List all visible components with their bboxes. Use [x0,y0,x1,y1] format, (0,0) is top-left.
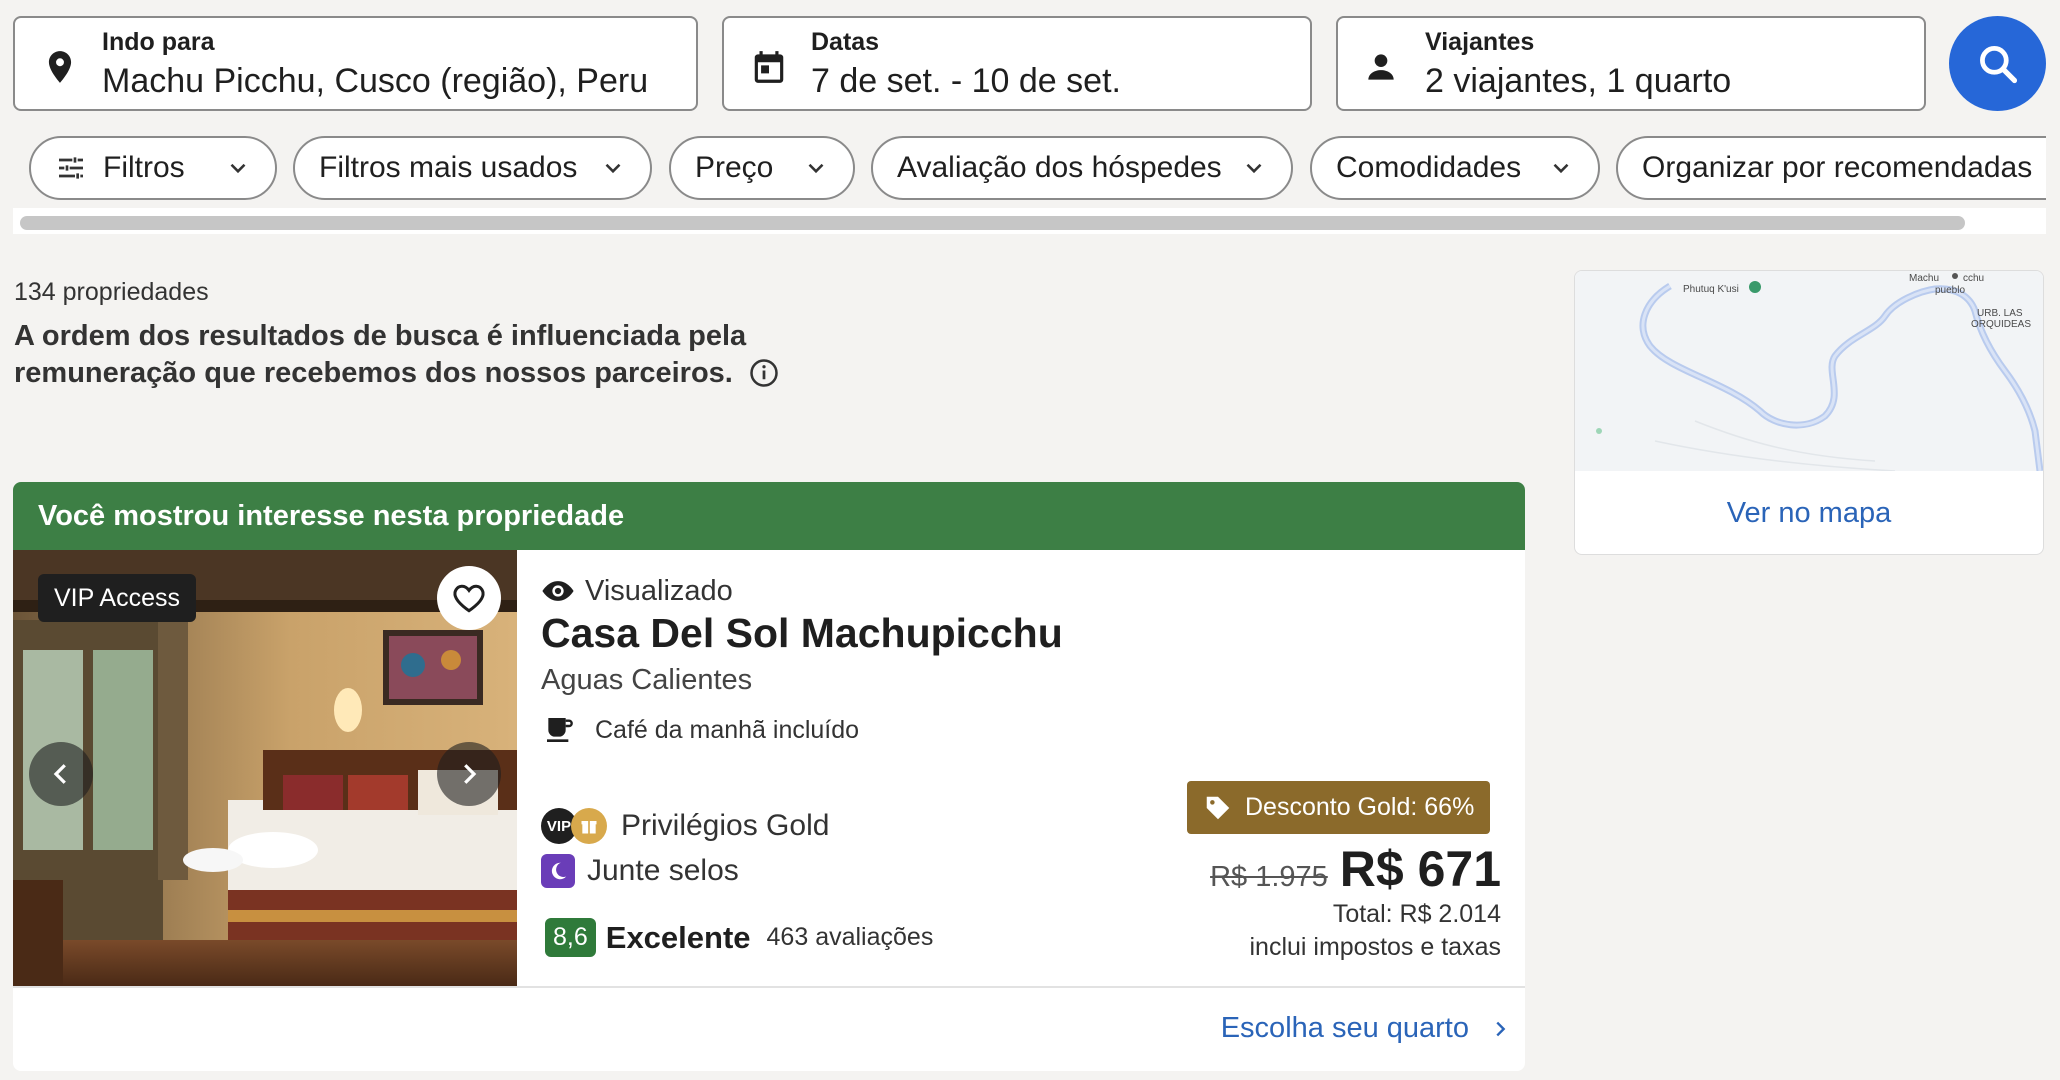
ranking-disclaimer: A ordem dos resultados de busca é influe… [14,318,934,392]
filters-button[interactable]: Filtros [29,136,277,200]
coffee-cup-icon [547,718,573,742]
property-name[interactable]: Casa Del Sol Machupicchu [541,610,1063,657]
map-label-cchu: cchu [1963,273,1984,284]
breakfast-label: Café da manhã incluído [595,715,860,744]
map-image: Phutuq K'usi Machu cchu pueblo URB. LAS … [1575,271,2043,471]
gold-privileges: VIP Privilégios Gold [541,808,829,844]
choose-room-link[interactable]: Escolha seu quarto [1221,1012,1511,1045]
collect-stamps: Junte selos [541,854,739,888]
map-label-machu: Machu [1909,273,1939,284]
results-count: 134 propriedades [14,278,209,306]
chevron-down-icon [808,163,824,174]
choose-room-label: Escolha seu quarto [1220,1012,1469,1044]
travelers-value: 2 viajantes, 1 quarto [1425,62,1732,100]
map-preview[interactable]: Phutuq K'usi Machu cchu pueblo URB. LAS … [1574,270,2044,555]
vip-access-badge: VIP Access [38,574,196,622]
filters-bar: Filtros Filtros mais usados Preço Avalia… [0,120,2046,230]
chevron-down-icon [1246,163,1262,174]
chevron-down-icon [605,163,621,174]
disclaimer-text: A ordem dos resultados de busca é influe… [14,320,747,389]
heart-icon [453,584,485,613]
amenities-filter-button[interactable]: Comodidades [1310,136,1600,200]
travelers-field[interactable]: Viajantes 2 viajantes, 1 quarto [1336,16,1926,111]
destination-value: Machu Picchu, Cusco (região), Peru [102,62,649,100]
popular-filters-button[interactable]: Filtros mais usados [293,136,652,200]
guest-rating: 8,6 Excelente 463 avaliações [545,918,933,957]
interest-banner: Você mostrou interesse nesta propriedade [13,482,1525,550]
chevron-right-icon [464,764,477,784]
destination-label: Indo para [102,28,215,56]
eye-icon [542,581,574,601]
current-price: R$ 671 [1339,841,1501,897]
guest-rating-filter-button[interactable]: Avaliação dos hóspedes [871,136,1293,200]
chevron-left-icon [53,764,66,784]
map-label-phutuq: Phutuq K'usi [1683,284,1739,295]
viewed-indicator: Visualizado [541,574,733,608]
travelers-label: Viajantes [1425,28,1535,56]
gold-discount-badge: Desconto Gold: 66% [1187,781,1491,834]
gold-label: Privilégios Gold [621,809,830,842]
chevron-down-icon [230,163,246,174]
dates-value: 7 de set. - 10 de set. [811,62,1121,100]
discount-label: Desconto Gold: 66% [1245,793,1475,821]
property-photo[interactable]: VIP Access [13,550,517,986]
search-icon [1979,45,2017,83]
calendar-icon [754,51,784,83]
price-total: Total: R$ 2.014 inclui impostos e taxas [1249,898,1501,964]
moon-icon [541,854,575,888]
stamps-label: Junte selos [587,854,739,887]
breakfast-amenity: Café da manhã incluído [543,714,859,746]
info-icon[interactable] [749,358,779,388]
search-button[interactable] [1949,16,2046,111]
sort-button[interactable]: Organizar por recomendadas [1616,136,2046,200]
destination-field[interactable]: Indo para Machu Picchu, Cusco (região), … [13,16,698,111]
property-location: Aguas Calientes [541,664,753,696]
rating-word: Excelente [605,919,751,955]
next-photo-button[interactable] [437,742,501,806]
review-count: 463 avaliações [766,923,934,951]
price-block: R$ 1.975 R$ 671 [1210,840,1501,898]
divider [13,986,517,988]
gift-icon [571,808,607,844]
guest-rating-filter-label: Avaliação dos hóspedes [897,151,1222,184]
tag-icon [1206,796,1230,819]
rating-score: 8,6 [545,918,596,957]
chevron-right-icon [1496,1021,1506,1036]
property-card[interactable]: Você mostrou interesse nesta propriedade [13,482,1525,1071]
divider [517,986,1525,988]
dates-field[interactable]: Datas 7 de set. - 10 de set. [722,16,1312,111]
person-icon [1368,54,1394,80]
map-label-pueblo: pueblo [1935,285,1965,296]
previous-photo-button[interactable] [29,742,93,806]
dates-label: Datas [811,28,880,56]
sort-label: Organizar por recomendadas [1642,151,2033,184]
view-map-link[interactable]: Ver no mapa [1575,471,2043,554]
total-price: Total: R$ 2.014 [1332,900,1501,928]
sliders-icon [59,157,83,179]
favorite-button[interactable] [437,566,501,630]
map-label-urb: URB. LAS [1977,308,2023,319]
price-filter-button[interactable]: Preço [669,136,855,200]
location-pin-icon [48,51,72,83]
map-label-orquideas: ORQUIDEAS [1971,319,2031,330]
price-filter-label: Preço [695,151,774,184]
filters-label: Filtros [103,151,185,184]
taxes-note: inclui impostos e taxas [1249,933,1501,961]
popular-filters-label: Filtros mais usados [319,151,578,184]
chevron-down-icon [1553,163,1569,174]
amenities-filter-label: Comodidades [1336,151,1522,184]
viewed-label: Visualizado [585,574,733,607]
original-price: R$ 1.975 [1210,861,1328,893]
